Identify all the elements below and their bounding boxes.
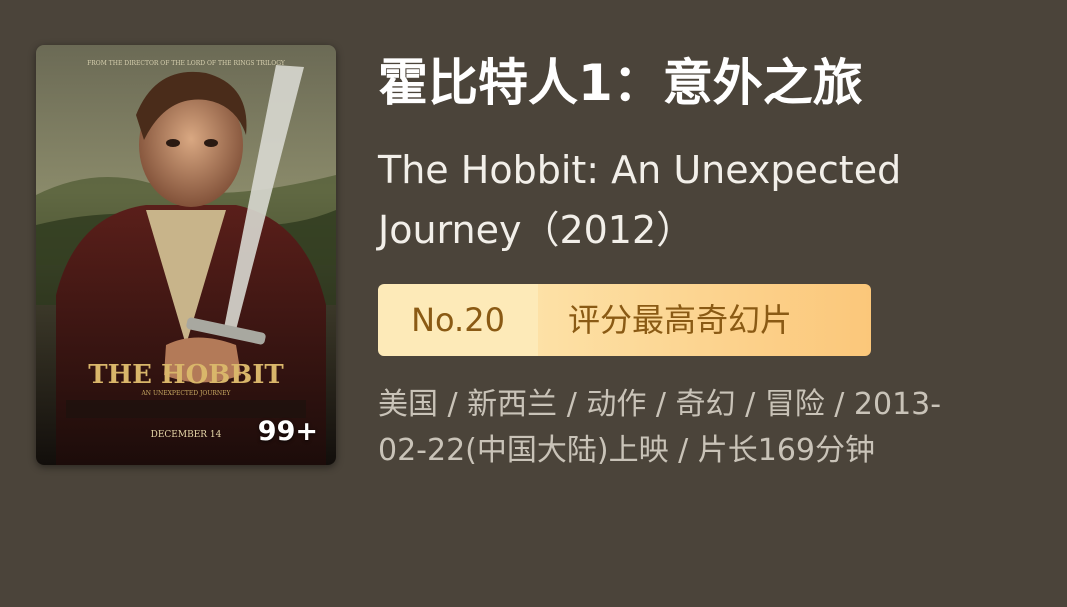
ranking-number: No.20 (378, 284, 538, 356)
rating-count-badge: 99+ (257, 416, 318, 447)
movie-title-en: The Hobbit: An Unexpected Journey（2012） (378, 148, 902, 252)
poster-logo-subtitle: AN UNEXPECTED JOURNEY (140, 390, 231, 397)
poster-image: FROM THE DIRECTOR OF THE LORD OF THE RIN… (36, 45, 336, 465)
movie-poster[interactable]: FROM THE DIRECTOR OF THE LORD OF THE RIN… (36, 45, 336, 465)
ranking-label: 评分最高奇幻片 (538, 284, 871, 356)
poster-date: DECEMBER 14 (151, 430, 222, 440)
poster-tagline: FROM THE DIRECTOR OF THE LORD OF THE RIN… (87, 60, 286, 67)
movie-title-cn: 霍比特人1：意外之旅 (378, 54, 863, 112)
ranking-badge[interactable]: No.20 评分最高奇幻片 (378, 284, 871, 356)
movie-meta: 美国 / 新西兰 / 动作 / 奇幻 / 冒险 / 2013-02-22(中国大… (378, 387, 942, 468)
movie-info: 霍比特人1：意外之旅 The Hobbit: An Unexpected Jou… (378, 48, 1038, 474)
poster-logo: THE HOBBIT (88, 360, 284, 390)
